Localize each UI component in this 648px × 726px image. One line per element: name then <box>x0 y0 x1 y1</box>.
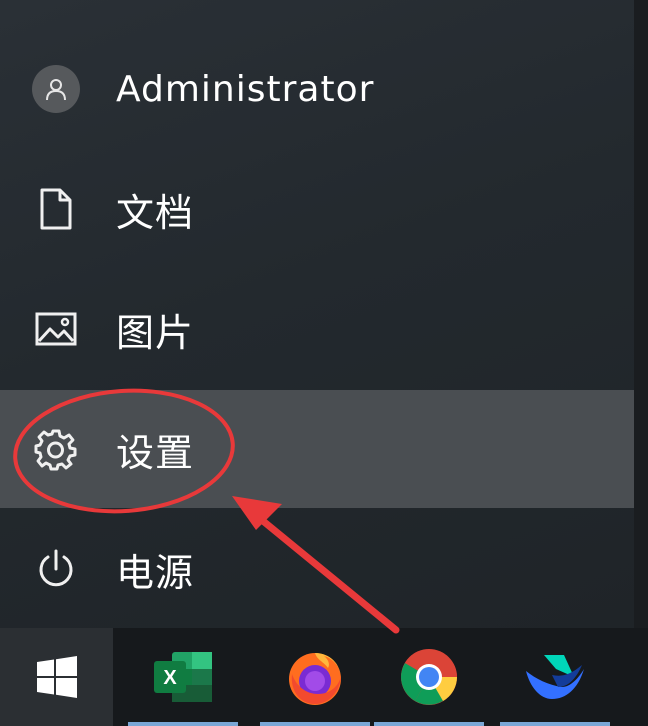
app-running-indicator <box>128 722 238 726</box>
taskbar-app-excel[interactable]: X <box>118 628 248 726</box>
user-account-item[interactable]: Administrator <box>0 30 634 148</box>
app-running-indicator <box>374 722 484 726</box>
start-menu: Administrator 文档 图片 设置 电源 <box>0 0 648 628</box>
windows-logo-icon <box>36 656 77 698</box>
menu-item-label: 图片 <box>116 310 195 355</box>
menu-item-power[interactable]: 电源 <box>0 510 634 628</box>
start-button[interactable] <box>0 628 113 726</box>
taskbar-app-firefox[interactable] <box>250 628 380 726</box>
menu-item-documents[interactable]: 文档 <box>0 150 634 268</box>
document-icon <box>24 177 88 241</box>
excel-icon: X <box>154 652 212 702</box>
menu-right-edge <box>634 0 648 628</box>
taskbar-app-feishu[interactable] <box>490 628 620 726</box>
menu-item-pictures[interactable]: 图片 <box>0 270 634 388</box>
chrome-icon <box>401 649 457 705</box>
app-running-indicator <box>500 722 610 726</box>
menu-item-label: 设置 <box>116 430 195 475</box>
power-icon <box>24 537 88 601</box>
menu-item-settings[interactable]: 设置 <box>0 390 634 508</box>
app-running-indicator <box>260 722 370 726</box>
feishu-icon <box>526 655 584 699</box>
avatar <box>24 57 88 121</box>
excel-glyph: X <box>163 667 177 689</box>
firefox-icon <box>289 653 341 705</box>
gear-icon <box>24 417 88 481</box>
taskbar-app-chrome[interactable] <box>364 628 494 726</box>
menu-item-label: 文档 <box>116 190 195 235</box>
menu-item-label: 电源 <box>116 550 195 595</box>
taskbar: X <box>0 628 648 726</box>
picture-icon <box>24 297 88 361</box>
user-name: Administrator <box>116 68 375 110</box>
user-icon <box>32 65 80 113</box>
